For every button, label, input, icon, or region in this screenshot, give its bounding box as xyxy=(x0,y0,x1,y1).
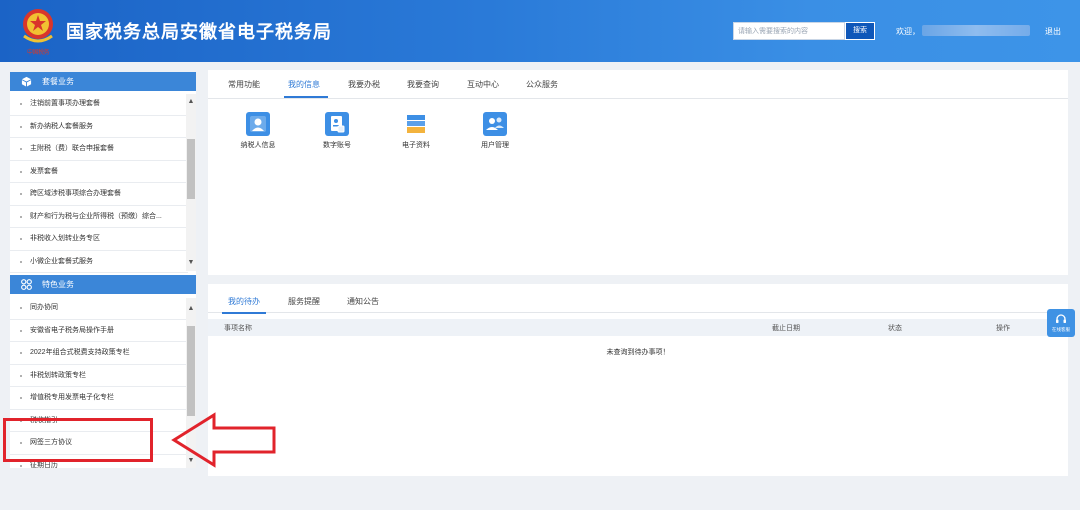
digital-account-icon xyxy=(325,112,349,136)
app-digital-account[interactable]: 数字账号 xyxy=(307,112,367,150)
online-service-button[interactable]: 在线客服 xyxy=(1047,309,1075,337)
app-label: 纳税人信息 xyxy=(240,142,276,149)
online-service-label: 在线客服 xyxy=(1052,327,1070,332)
scrollbar[interactable]: ▲ ▼ xyxy=(186,94,196,271)
chevron-up-icon[interactable]: ▲ xyxy=(186,304,196,314)
app-label: 数字账号 xyxy=(323,142,351,149)
scroll-thumb[interactable] xyxy=(187,139,195,199)
cube-icon xyxy=(21,76,32,87)
logout-link[interactable]: 退出 xyxy=(1045,26,1061,37)
list-item[interactable]: 财产和行为税与企业所得税（预缴）综合... xyxy=(10,206,188,228)
app-taxpayer-info[interactable]: 纳税人信息 xyxy=(228,112,288,150)
list-item[interactable]: 2022年组合式税费支持政策专栏 xyxy=(10,342,188,365)
column-header: 操作 xyxy=(996,325,1010,332)
top-header: 中国税务 国家税务总局安徽省电子税务局 搜索 欢迎， 退出 xyxy=(0,0,1080,62)
tab-public-service[interactable]: 公众服务 xyxy=(526,79,558,90)
todo-table-header: 事项名称 截止日期 状态 操作 xyxy=(208,319,1068,336)
masked-username xyxy=(922,25,1030,36)
list-item[interactable]: 跨区域涉税事项综合办理套餐 xyxy=(10,183,188,206)
chevron-up-icon[interactable]: ▲ xyxy=(186,97,196,107)
tab-my-todo[interactable]: 我的待办 xyxy=(228,296,260,307)
empty-message: 未查询到待办事项！ xyxy=(606,349,670,356)
app-label: 用户管理 xyxy=(481,142,509,149)
tab-interaction[interactable]: 互动中心 xyxy=(467,79,499,90)
app-electronic-data[interactable]: 电子资料 xyxy=(386,112,446,150)
tab-tax-handling[interactable]: 我要办税 xyxy=(348,79,380,90)
scroll-thumb[interactable] xyxy=(187,326,195,416)
list-item[interactable]: 安徽省电子税务局操作手册 xyxy=(10,320,188,342)
column-header: 截止日期 xyxy=(772,325,800,332)
sidebar: 套餐业务 注销前置事项办理套餐 新办纳税人套餐服务 主附税（费）联合申报套餐 发… xyxy=(10,72,196,468)
list-item[interactable]: 增值税专用发票电子化专栏 xyxy=(10,387,188,410)
user-management-icon xyxy=(483,112,507,136)
electronic-data-icon xyxy=(404,112,428,136)
app-user-management[interactable]: 用户管理 xyxy=(465,112,525,150)
section-title: 特色业务 xyxy=(42,280,74,289)
list-item[interactable]: 主附税（费）联合申报套餐 xyxy=(10,138,188,161)
function-tabs: 常用功能 我的信息 我要办税 我要查询 互动中心 公众服务 xyxy=(208,70,1068,99)
grid-icon xyxy=(21,279,32,290)
package-list: 注销前置事项办理套餐 新办纳税人套餐服务 主附税（费）联合申报套餐 发票套餐 跨… xyxy=(10,93,188,273)
taxpayer-info-icon xyxy=(246,112,270,136)
list-item[interactable]: 非税划转政策专栏 xyxy=(10,365,188,387)
active-tab-indicator xyxy=(284,96,328,98)
list-item[interactable]: 注销前置事项办理套餐 xyxy=(10,93,188,116)
section-title: 套餐业务 xyxy=(42,77,74,86)
tab-notice[interactable]: 通知公告 xyxy=(347,296,379,307)
todo-panel: 我的待办 服务提醒 通知公告 事项名称 截止日期 状态 操作 未查询到待办事项！ xyxy=(208,284,1068,476)
search-input[interactable] xyxy=(733,22,845,40)
column-header: 事项名称 xyxy=(224,325,252,332)
todo-tabs: 我的待办 服务提醒 通知公告 xyxy=(208,284,1068,314)
emblem-caption: 中国税务 xyxy=(26,50,50,56)
red-arrow-icon xyxy=(171,412,276,468)
function-panel: 常用功能 我的信息 我要办税 我要查询 互动中心 公众服务 纳税人信息 数字账号… xyxy=(208,70,1068,275)
active-tab-indicator xyxy=(222,312,266,314)
app-label: 电子资料 xyxy=(402,142,430,149)
tax-emblem-icon xyxy=(23,9,53,43)
tab-common[interactable]: 常用功能 xyxy=(228,79,260,90)
welcome-text: 欢迎， xyxy=(896,27,920,36)
list-item[interactable]: 同办协同 xyxy=(10,297,188,320)
list-item[interactable]: 发票套餐 xyxy=(10,161,188,183)
list-item[interactable]: 非税收入划转业务专区 xyxy=(10,228,188,251)
tab-my-info[interactable]: 我的信息 xyxy=(288,79,320,90)
tab-service-reminder[interactable]: 服务提醒 xyxy=(288,296,320,307)
section-header-features[interactable]: 特色业务 xyxy=(10,275,196,294)
search-button[interactable]: 搜索 xyxy=(845,22,875,40)
highlight-box xyxy=(3,418,153,462)
list-item[interactable]: 新办纳税人套餐服务 xyxy=(10,116,188,138)
site-title: 国家税务总局安徽省电子税务局 xyxy=(66,22,332,42)
headset-icon xyxy=(1056,314,1066,323)
column-header: 状态 xyxy=(888,325,902,332)
section-header-packages[interactable]: 套餐业务 xyxy=(10,72,196,91)
chevron-down-icon[interactable]: ▼ xyxy=(186,258,196,268)
list-item[interactable]: 小微企业套餐式服务 xyxy=(10,251,188,273)
tab-query[interactable]: 我要查询 xyxy=(407,79,439,90)
